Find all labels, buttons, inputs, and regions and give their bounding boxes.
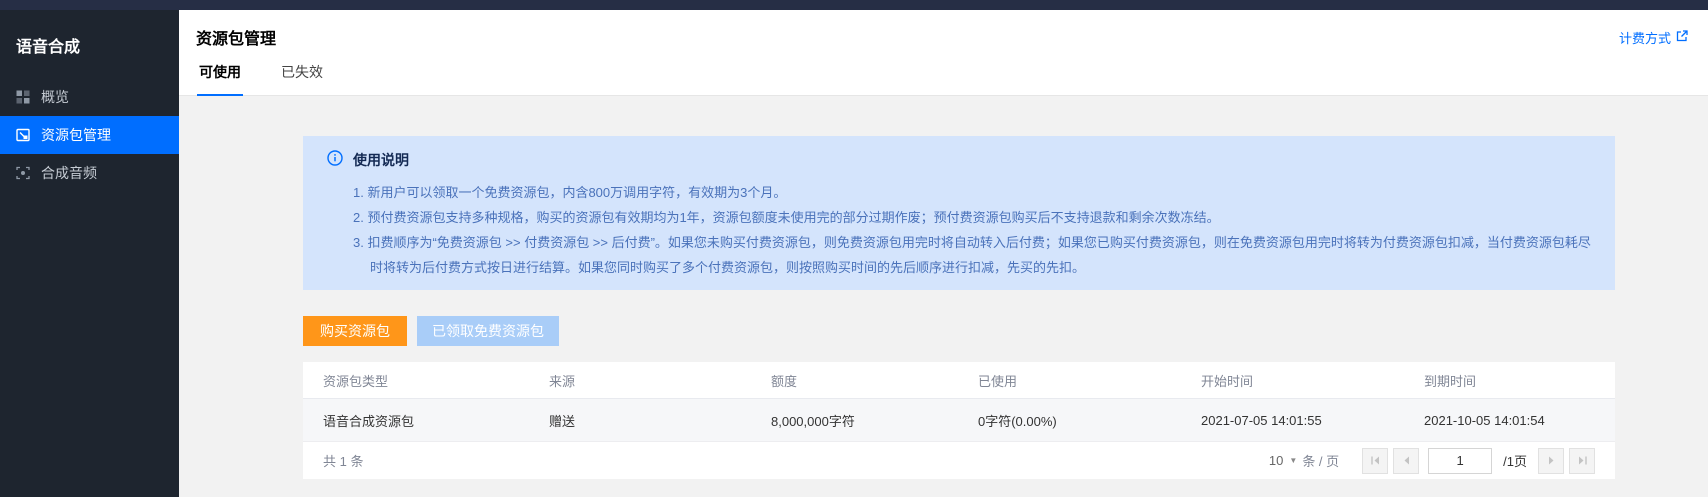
total-count-label: 共 1 条 <box>323 451 363 470</box>
column-header-used: 已使用 <box>978 371 1201 390</box>
next-page-button[interactable] <box>1538 448 1564 474</box>
usage-notice-banner: 使用说明 1. 新用户可以领取一个免费资源包，内含800万调用字符，有效期为3个… <box>303 136 1615 290</box>
next-page-icon <box>1546 455 1557 466</box>
tab-expired[interactable]: 已失效 <box>279 62 325 95</box>
column-header-expire-time: 到期时间 <box>1424 371 1595 390</box>
resource-package-table-card: 资源包类型 来源 额度 已使用 开始时间 到期时间 语音合成资源包 赠送 8,0… <box>303 362 1615 479</box>
page-header: 资源包管理 计费方式 可使用 已失效 <box>179 10 1708 96</box>
sidebar-item-overview[interactable]: 概览 <box>0 78 179 116</box>
audio-icon <box>16 166 30 180</box>
notice-line-2: 2. 预付费资源包支持多种规格，购买的资源包有效期均为1年，资源包额度未使用完的… <box>353 205 1591 230</box>
notice-line-1: 1. 新用户可以领取一个免费资源包，内含800万调用字符，有效期为3个月。 <box>353 180 1591 205</box>
external-link-icon <box>1676 30 1688 45</box>
sidebar-item-synthesized-audio[interactable]: 合成音频 <box>0 154 179 192</box>
table-footer: 共 1 条 10 ▼ 条 / 页 <box>303 442 1615 479</box>
previous-page-icon <box>1401 455 1412 466</box>
chevron-down-icon: ▼ <box>1289 456 1297 465</box>
sidebar-item-label: 资源包管理 <box>41 125 111 145</box>
sidebar-product-title: 语音合成 <box>0 10 179 78</box>
column-header-source: 来源 <box>549 371 771 390</box>
tab-content: 使用说明 1. 新用户可以领取一个免费资源包，内含800万调用字符，有效期为3个… <box>179 96 1708 479</box>
main-panel: 资源包管理 计费方式 可使用 已失效 <box>179 10 1708 497</box>
grid-icon <box>16 90 30 104</box>
billing-method-link[interactable]: 计费方式 <box>1619 28 1688 47</box>
info-icon <box>327 150 343 171</box>
sidebar-menu: 概览 资源包管理 合成音频 <box>0 78 179 192</box>
billing-link-label: 计费方式 <box>1619 28 1671 47</box>
cell-source: 赠送 <box>549 411 771 430</box>
buy-resource-package-button[interactable]: 购买资源包 <box>303 316 407 346</box>
notice-title: 使用说明 <box>353 150 409 170</box>
package-icon <box>16 128 30 142</box>
total-pages-label: /1页 <box>1503 451 1527 470</box>
previous-page-button[interactable] <box>1393 448 1419 474</box>
sidebar: 语音合成 概览 资源包管理 <box>0 10 179 497</box>
notice-line-3: 3. 扣费顺序为“免费资源包 >> 付费资源包 >> 后付费”。如果您未购买付费… <box>353 230 1591 280</box>
sidebar-item-resource-packages[interactable]: 资源包管理 <box>0 116 179 154</box>
column-header-package-type: 资源包类型 <box>323 371 549 390</box>
page-number-input[interactable] <box>1428 448 1492 474</box>
column-header-start-time: 开始时间 <box>1201 371 1424 390</box>
page-size-value: 10 <box>1269 453 1283 468</box>
per-page-label: 条 / 页 <box>1302 451 1339 470</box>
cell-package-type: 语音合成资源包 <box>323 411 549 430</box>
tab-available[interactable]: 可使用 <box>197 62 243 96</box>
sidebar-item-label: 合成音频 <box>41 163 97 183</box>
top-navigation-bar <box>0 0 1708 10</box>
pagination: 10 ▼ 条 / 页 <box>1269 448 1595 474</box>
first-page-icon <box>1370 455 1381 466</box>
cell-start-time: 2021-07-05 14:01:55 <box>1201 413 1424 428</box>
last-page-icon <box>1577 455 1588 466</box>
tab-bar: 可使用 已失效 <box>196 62 1688 95</box>
table-header-row: 资源包类型 来源 额度 已使用 开始时间 到期时间 <box>303 362 1615 399</box>
cell-quota: 8,000,000字符 <box>771 411 978 430</box>
sidebar-item-label: 概览 <box>41 87 69 107</box>
table-row: 语音合成资源包 赠送 8,000,000字符 0字符(0.00%) 2021-0… <box>303 399 1615 442</box>
last-page-button[interactable] <box>1569 448 1595 474</box>
cell-used: 0字符(0.00%) <box>978 411 1201 430</box>
cell-expire-time: 2021-10-05 14:01:54 <box>1424 413 1595 428</box>
action-buttons: 购买资源包 已领取免费资源包 <box>303 316 1615 346</box>
page-title: 资源包管理 <box>196 25 276 49</box>
page-size-select[interactable]: 10 ▼ <box>1269 453 1297 468</box>
column-header-quota: 额度 <box>771 371 978 390</box>
free-package-claimed-button[interactable]: 已领取免费资源包 <box>417 316 559 346</box>
first-page-button[interactable] <box>1362 448 1388 474</box>
